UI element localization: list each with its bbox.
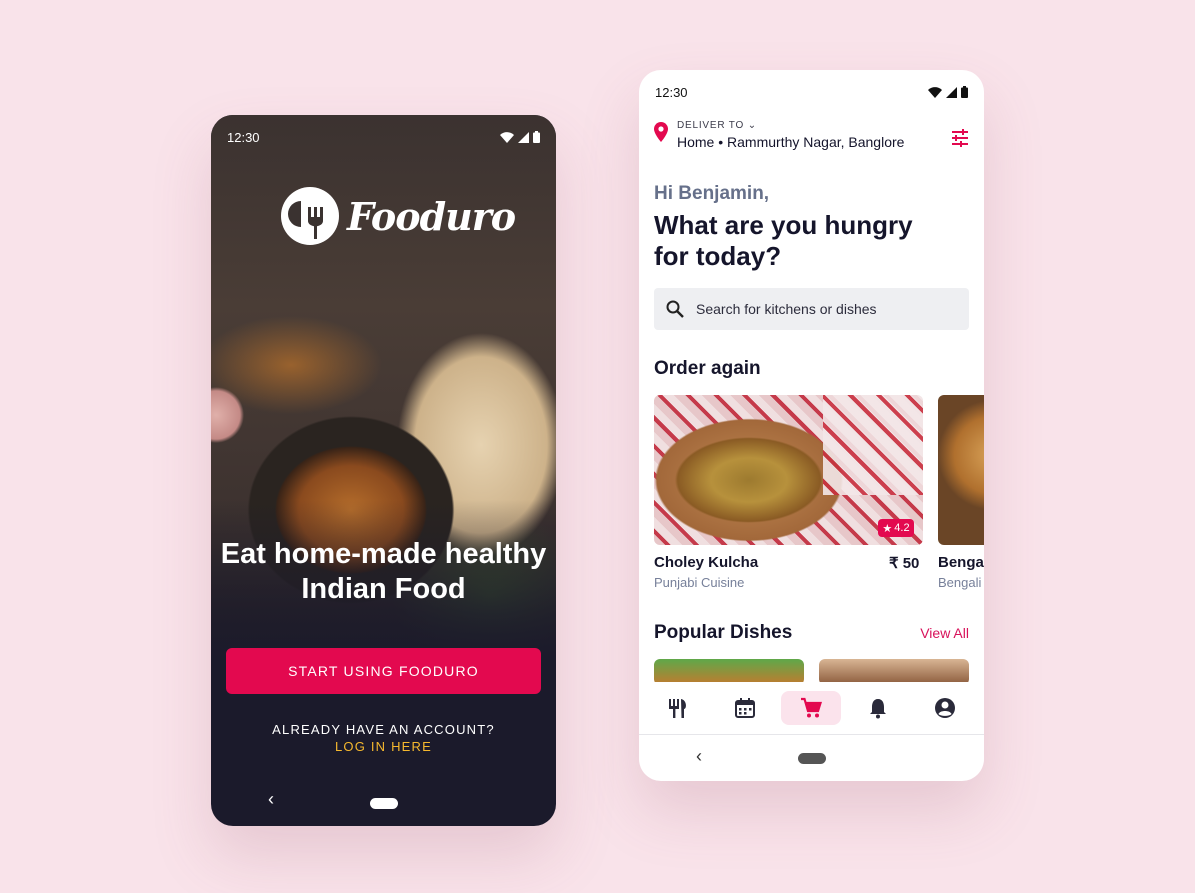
- rating-badge: ★ 4.2: [878, 519, 914, 537]
- dish-cuisine: Punjabi Cuisine: [654, 575, 745, 590]
- logo-icon: [281, 187, 339, 245]
- delivery-location[interactable]: DELIVER TO ⌄ Home • Rammurthy Nagar, Ban…: [653, 120, 904, 150]
- filter-icon[interactable]: [950, 128, 970, 148]
- fooduro-logo: Fooduro: [281, 187, 516, 245]
- star-icon: ★: [882, 522, 893, 535]
- logo-text: Fooduro: [347, 193, 516, 239]
- view-all-link[interactable]: View All: [920, 625, 969, 641]
- start-using-button[interactable]: START USING FOODURO: [226, 648, 541, 694]
- status-time: 12:30: [655, 84, 688, 100]
- signal-icon: [946, 86, 957, 98]
- wifi-icon: [500, 131, 514, 143]
- location-pin-icon: [654, 122, 668, 142]
- order-again-title: Order again: [654, 358, 761, 379]
- tab-menu[interactable]: [648, 691, 708, 725]
- dish-price: ₹ 50: [889, 555, 920, 572]
- cart-icon: [801, 697, 823, 718]
- back-icon[interactable]: ‹: [268, 789, 274, 810]
- tab-cart[interactable]: [781, 691, 842, 725]
- search-icon: [666, 300, 684, 318]
- onboarding-screen: 12:30 Fooduro Eat home-made healthy Indi…: [211, 115, 556, 826]
- bengali-dish-image[interactable]: [938, 395, 984, 545]
- calendar-icon: [734, 698, 755, 718]
- dish-cuisine: Bengali: [938, 575, 982, 590]
- tab-profile[interactable]: [915, 691, 975, 725]
- status-time: 12:30: [227, 129, 260, 145]
- delivery-address: Home • Rammurthy Nagar, Banglore: [677, 134, 905, 150]
- status-bar: 12:30: [639, 82, 984, 102]
- search-placeholder: Search for kitchens or dishes: [696, 301, 877, 317]
- profile-icon: [934, 698, 955, 718]
- account-prompt: ALREADY HAVE AN ACCOUNT?: [272, 722, 495, 737]
- signal-icon: [518, 131, 529, 143]
- greeting: Hi Benjamin,: [654, 183, 770, 204]
- chevron-down-icon: ⌄: [747, 120, 757, 131]
- status-bar: 12:30: [211, 127, 556, 147]
- deliver-to-label: DELIVER TO ⌄: [677, 120, 757, 131]
- home-button[interactable]: [370, 798, 398, 809]
- page-title: What are you hungry for today?: [654, 210, 913, 271]
- system-nav-bar: ‹: [211, 789, 556, 813]
- dish-name[interactable]: Choley Kulcha: [654, 554, 758, 571]
- tab-calendar[interactable]: [715, 691, 775, 725]
- popular-dishes-title: Popular Dishes: [654, 622, 793, 643]
- dish-name[interactable]: Benga: [938, 554, 984, 571]
- wifi-icon: [928, 86, 942, 98]
- search-input[interactable]: Search for kitchens or dishes: [654, 288, 969, 330]
- tab-notifications[interactable]: [848, 691, 908, 725]
- fork-knife-icon: [669, 699, 687, 718]
- home-button[interactable]: [798, 753, 826, 764]
- home-screen: 12:30 DELIVER TO ⌄ Home • Rammurthy Naga…: [639, 70, 984, 781]
- battery-icon: [961, 86, 968, 98]
- bottom-tab-bar: [639, 682, 984, 735]
- headline: Eat home-made healthy Indian Food: [220, 538, 547, 605]
- back-icon[interactable]: ‹: [696, 746, 702, 767]
- system-nav-bar: ‹: [639, 746, 984, 770]
- bell-icon: [870, 699, 887, 719]
- battery-icon: [533, 131, 540, 143]
- account-prompt-block: ALREADY HAVE AN ACCOUNT? LOG IN HERE: [211, 721, 556, 755]
- login-link[interactable]: LOG IN HERE: [211, 738, 556, 755]
